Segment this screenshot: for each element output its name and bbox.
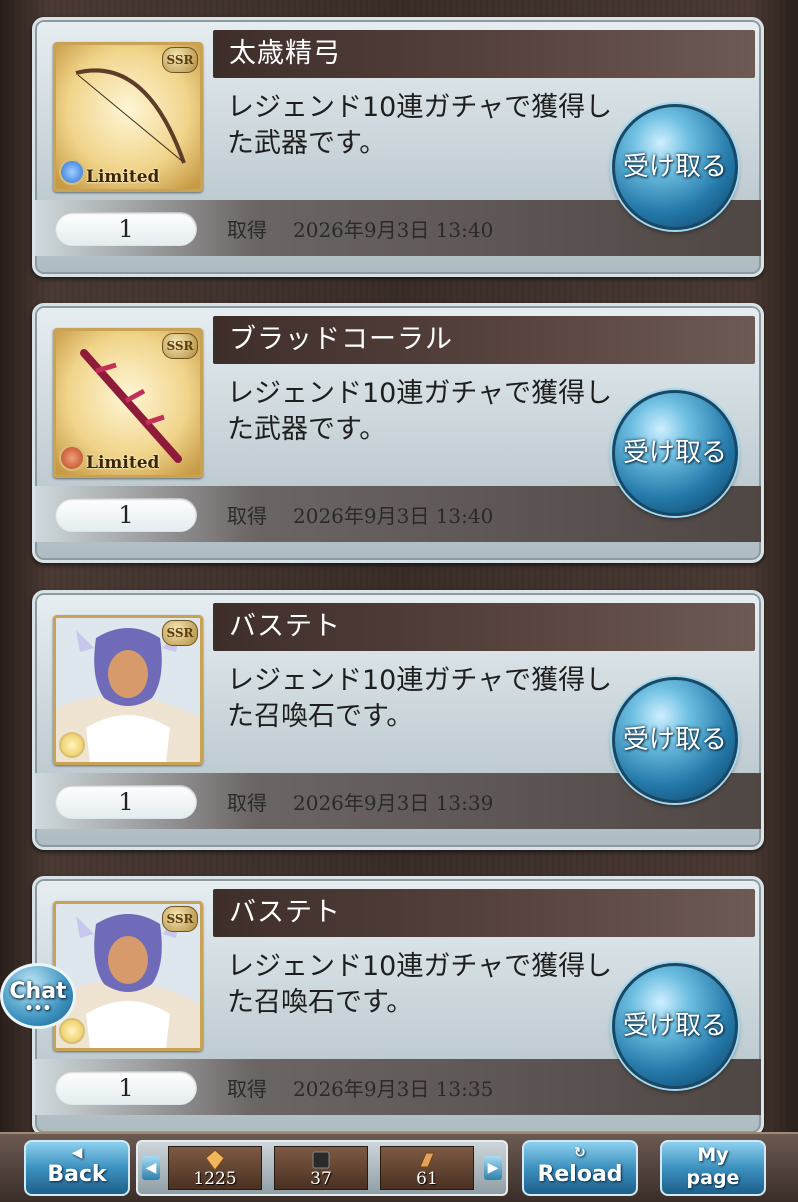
ticket-count: 37 bbox=[310, 1169, 332, 1189]
item-description: レジェンド10連ガチャで獲得した召喚石です。 bbox=[227, 665, 613, 732]
receive-button[interactable]: 受け取る bbox=[612, 963, 738, 1089]
mypage-label-line1: My bbox=[697, 1144, 729, 1166]
reload-icon: ↻ bbox=[574, 1145, 586, 1161]
item-description: レジェンド10連ガチャで獲得した武器です。 bbox=[227, 92, 613, 159]
title-bar: 太歳精弓 bbox=[213, 30, 755, 78]
quantity-field[interactable]: 1 bbox=[55, 498, 197, 532]
resource-ticket: 37 bbox=[274, 1146, 368, 1190]
back-arrow-icon: ◀ bbox=[71, 1145, 83, 1161]
resource-bar: ◀ 1225 37 61 ▶ bbox=[136, 1140, 508, 1196]
receive-button[interactable]: 受け取る bbox=[612, 104, 738, 230]
gift-card: SSR Limited 太歳精弓 レジェンド10連ガチャで獲得した武器です。 1… bbox=[32, 17, 764, 277]
reload-label: Reload bbox=[537, 1162, 623, 1187]
light-element-icon bbox=[59, 1018, 85, 1044]
title-bar: バステト bbox=[213, 889, 755, 937]
light-element-icon bbox=[59, 732, 85, 758]
item-thumbnail[interactable]: SSR Limited bbox=[53, 42, 203, 192]
item-title: ブラッドコーラル bbox=[229, 324, 453, 355]
chat-dots-icon: ••• bbox=[24, 1001, 52, 1017]
chat-button[interactable]: Chat ••• bbox=[0, 963, 76, 1029]
ssr-badge: SSR bbox=[162, 906, 198, 932]
prev-arrow-icon[interactable]: ◀ bbox=[142, 1156, 160, 1180]
quantity-field[interactable]: 1 bbox=[55, 212, 197, 246]
crystal-count: 1225 bbox=[193, 1169, 237, 1189]
mypage-button[interactable]: My page bbox=[660, 1140, 766, 1196]
item-thumbnail[interactable]: SSR bbox=[53, 901, 203, 1051]
footer-bar: ◀ Back ◀ 1225 37 61 ▶ ↻ Reload My page bbox=[0, 1132, 798, 1202]
quantity-field[interactable]: 1 bbox=[55, 1071, 197, 1105]
title-bar: ブラッドコーラル bbox=[213, 316, 755, 364]
ssr-badge: SSR bbox=[162, 47, 198, 73]
limited-label: Limited bbox=[86, 453, 160, 473]
receive-button[interactable]: 受け取る bbox=[612, 677, 738, 803]
water-element-icon bbox=[59, 159, 85, 185]
item-thumbnail[interactable]: SSR Limited bbox=[53, 328, 203, 478]
gift-card: SSR バステト レジェンド10連ガチャで獲得した召喚石です。 1 取得 202… bbox=[32, 590, 764, 850]
item-description: レジェンド10連ガチャで獲得した召喚石です。 bbox=[227, 951, 613, 1018]
item-title: 太歳精弓 bbox=[229, 38, 341, 69]
acquired-label: 取得 bbox=[227, 504, 267, 528]
acquired-label: 取得 bbox=[227, 1077, 267, 1101]
fire-element-icon bbox=[59, 445, 85, 471]
ssr-badge: SSR bbox=[162, 333, 198, 359]
acquired-date: 2026年9月3日 13:40 bbox=[293, 218, 494, 242]
reload-button[interactable]: ↻ Reload bbox=[522, 1140, 638, 1196]
acquired-label: 取得 bbox=[227, 791, 267, 815]
quantity-field[interactable]: 1 bbox=[55, 785, 197, 819]
limited-label: Limited bbox=[86, 167, 160, 187]
gold-bar-count: 61 bbox=[416, 1169, 438, 1189]
resource-gold-bar: 61 bbox=[380, 1146, 474, 1190]
title-bar: バステト bbox=[213, 603, 755, 651]
acquired-date: 2026年9月3日 13:35 bbox=[293, 1077, 494, 1101]
item-title: バステト bbox=[229, 611, 341, 642]
receive-button[interactable]: 受け取る bbox=[612, 390, 738, 516]
gift-card: SSR Limited ブラッドコーラル レジェンド10連ガチャで獲得した武器で… bbox=[32, 303, 764, 563]
ticket-icon bbox=[312, 1151, 330, 1169]
back-button[interactable]: ◀ Back bbox=[24, 1140, 130, 1196]
item-thumbnail[interactable]: SSR bbox=[53, 615, 203, 765]
gold-bar-icon bbox=[419, 1152, 435, 1168]
back-label: Back bbox=[47, 1162, 107, 1187]
item-description: レジェンド10連ガチャで獲得した武器です。 bbox=[227, 378, 613, 445]
item-title: バステト bbox=[229, 897, 341, 928]
acquired-date: 2026年9月3日 13:39 bbox=[293, 791, 494, 815]
next-arrow-icon[interactable]: ▶ bbox=[484, 1156, 502, 1180]
acquired-date: 2026年9月3日 13:40 bbox=[293, 504, 494, 528]
resource-crystal: 1225 bbox=[168, 1146, 262, 1190]
gift-card: SSR バステト レジェンド10連ガチャで獲得した召喚石です。 1 取得 202… bbox=[32, 876, 764, 1136]
mypage-label-line2: page bbox=[686, 1167, 740, 1189]
crystal-icon bbox=[205, 1149, 225, 1171]
acquired-label: 取得 bbox=[227, 218, 267, 242]
ssr-badge: SSR bbox=[162, 620, 198, 646]
